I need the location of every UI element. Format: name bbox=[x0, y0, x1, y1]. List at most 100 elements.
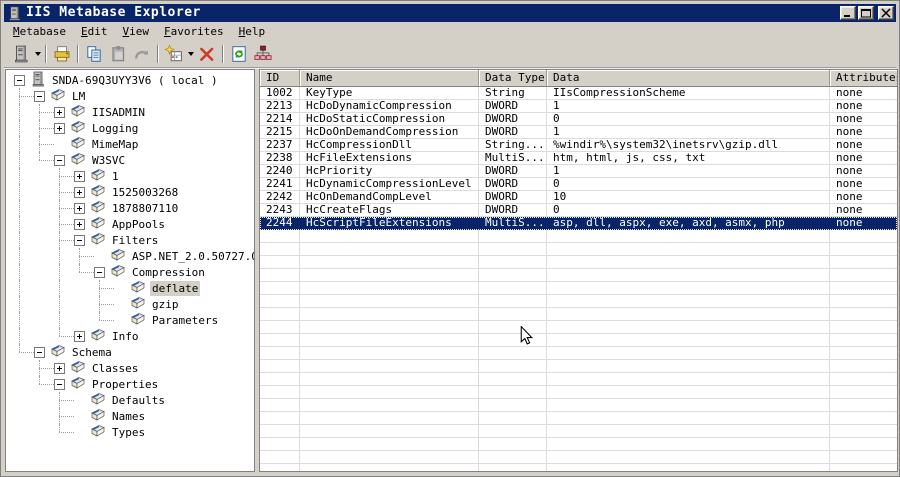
print-button[interactable] bbox=[50, 43, 74, 65]
metabase-tree[interactable]: SNDA-69Q3UYY3V6 ( local ) LM IISADMIN Lo… bbox=[5, 69, 255, 472]
empty-row[interactable] bbox=[260, 269, 897, 282]
property-row-2240[interactable]: 2240 HcPriority DWORD 1 none bbox=[260, 165, 897, 178]
tree-node-schema[interactable]: Schema bbox=[6, 344, 254, 360]
property-row-2241[interactable]: 2241 HcDynamicCompressionLevel DWORD 0 none bbox=[260, 178, 897, 191]
empty-row[interactable] bbox=[260, 295, 897, 308]
tree-guide-line bbox=[99, 320, 114, 321]
tree-node-info[interactable]: Info bbox=[6, 328, 254, 344]
column-header-data-type[interactable]: Data Type bbox=[479, 70, 547, 87]
tree-guide-line bbox=[19, 184, 20, 200]
collapse-icon[interactable] bbox=[54, 378, 65, 390]
cell-attributes bbox=[830, 451, 897, 464]
expand-icon[interactable] bbox=[74, 330, 85, 342]
tree-node-1525003268[interactable]: 1525003268 bbox=[6, 184, 254, 200]
empty-row[interactable] bbox=[260, 243, 897, 256]
cell-id bbox=[260, 438, 300, 451]
expand-icon[interactable] bbox=[74, 218, 85, 230]
tree-node-logging[interactable]: Logging bbox=[6, 120, 254, 136]
copy-button[interactable] bbox=[82, 43, 106, 65]
property-row-2244[interactable]: 2244 HcScriptFileExtensions MultiS... asp, … bbox=[260, 217, 897, 230]
empty-row[interactable] bbox=[260, 230, 897, 243]
refresh-button[interactable] bbox=[227, 43, 251, 65]
empty-row[interactable] bbox=[260, 282, 897, 295]
property-row-2215[interactable]: 2215 HcDoOnDemandCompression DWORD 1 none bbox=[260, 126, 897, 139]
tree-node-label: ASP.NET_2.0.50727.0 bbox=[132, 249, 255, 263]
menu-favorites[interactable]: Favorites bbox=[163, 22, 225, 41]
tree-node-1[interactable]: 1 bbox=[6, 168, 254, 184]
collapse-icon[interactable] bbox=[34, 90, 45, 102]
tree-node-parameters[interactable]: Parameters bbox=[6, 312, 254, 328]
tree-node-properties[interactable]: Properties bbox=[6, 376, 254, 392]
tree-node-mimemap[interactable]: MimeMap bbox=[6, 136, 254, 152]
tree-node-types[interactable]: Types bbox=[6, 424, 254, 440]
empty-row[interactable] bbox=[260, 373, 897, 386]
hierarchy-button[interactable] bbox=[251, 43, 275, 65]
column-header-id[interactable]: ID bbox=[260, 70, 300, 87]
expand-icon[interactable] bbox=[54, 122, 65, 134]
new-key-dropdown-arrow[interactable] bbox=[186, 43, 195, 65]
collapse-icon[interactable] bbox=[14, 74, 25, 86]
tree-node-snda-69q3uyy3v6-local-[interactable]: SNDA-69Q3UYY3V6 ( local ) bbox=[6, 71, 254, 88]
cell-id bbox=[260, 282, 300, 295]
tree-node-filters[interactable]: Filters bbox=[6, 232, 254, 248]
cell-attributes: none bbox=[830, 87, 897, 100]
tree-node-asp-net-2-0-50727-0[interactable]: ASP.NET_2.0.50727.0 bbox=[6, 248, 254, 264]
maximize-button[interactable] bbox=[858, 6, 874, 20]
connect-button[interactable] bbox=[9, 43, 33, 65]
list-body[interactable]: 1002 KeyType String IIsCompressionScheme non… bbox=[260, 87, 897, 471]
cell-name bbox=[300, 347, 479, 360]
new-key-button[interactable] bbox=[162, 43, 186, 65]
expand-icon[interactable] bbox=[74, 202, 85, 214]
tree-node-w3svc[interactable]: W3SVC bbox=[6, 152, 254, 168]
collapse-icon[interactable] bbox=[54, 154, 65, 166]
connect-dropdown-arrow[interactable] bbox=[33, 43, 42, 65]
tree-node-names[interactable]: Names bbox=[6, 408, 254, 424]
menu-help[interactable]: Help bbox=[238, 22, 267, 41]
collapse-icon[interactable] bbox=[74, 234, 85, 246]
empty-row[interactable] bbox=[260, 438, 897, 451]
property-row-2214[interactable]: 2214 HcDoStaticCompression DWORD 0 none bbox=[260, 113, 897, 126]
menu-edit[interactable]: Edit bbox=[80, 22, 109, 41]
expand-icon[interactable] bbox=[54, 362, 65, 374]
empty-row[interactable] bbox=[260, 334, 897, 347]
property-row-2213[interactable]: 2213 HcDoDynamicCompression DWORD 1 none bbox=[260, 100, 897, 113]
expand-icon[interactable] bbox=[74, 170, 85, 182]
empty-row[interactable] bbox=[260, 399, 897, 412]
empty-row[interactable] bbox=[260, 256, 897, 269]
empty-row[interactable] bbox=[260, 412, 897, 425]
hierarchy-icon bbox=[254, 45, 272, 63]
collapse-icon[interactable] bbox=[34, 346, 45, 358]
delete-button[interactable] bbox=[195, 43, 219, 65]
empty-row[interactable] bbox=[260, 308, 897, 321]
cell-attributes: none bbox=[830, 152, 897, 165]
empty-row[interactable] bbox=[260, 451, 897, 464]
property-row-1002[interactable]: 1002 KeyType String IIsCompressionScheme non… bbox=[260, 87, 897, 100]
tree-node-iisadmin[interactable]: IISADMIN bbox=[6, 104, 254, 120]
tree-node-apppools[interactable]: AppPools bbox=[6, 216, 254, 232]
column-header-data[interactable]: Data bbox=[547, 70, 830, 87]
empty-row[interactable] bbox=[260, 321, 897, 334]
column-header-name[interactable]: Name bbox=[300, 70, 479, 87]
empty-row[interactable] bbox=[260, 347, 897, 360]
property-row-2237[interactable]: 2237 HcCompressionDll String... %windir%\sy… bbox=[260, 139, 897, 152]
menu-view[interactable]: View bbox=[121, 22, 150, 41]
tree-node-lm[interactable]: LM bbox=[6, 88, 254, 104]
collapse-icon[interactable] bbox=[94, 266, 105, 278]
expand-icon[interactable] bbox=[74, 186, 85, 198]
tree-node-classes[interactable]: Classes bbox=[6, 360, 254, 376]
tree-node-defaults[interactable]: Defaults bbox=[6, 392, 254, 408]
empty-row[interactable] bbox=[260, 425, 897, 438]
empty-row[interactable] bbox=[260, 386, 897, 399]
close-button[interactable] bbox=[878, 6, 894, 20]
empty-row[interactable] bbox=[260, 360, 897, 373]
tree-guide-line bbox=[19, 312, 20, 328]
property-row-2238[interactable]: 2238 HcFileExtensions MultiS... htm, html, … bbox=[260, 152, 897, 165]
minimize-button[interactable] bbox=[840, 6, 856, 20]
menu-metabase[interactable]: Metabase bbox=[12, 22, 67, 41]
column-header-attributes[interactable]: Attributes bbox=[830, 70, 897, 87]
empty-row[interactable] bbox=[260, 464, 897, 471]
tree-node-1878807110[interactable]: 1878807110 bbox=[6, 200, 254, 216]
property-row-2243[interactable]: 2243 HcCreateFlags DWORD 0 none bbox=[260, 204, 897, 217]
expand-icon[interactable] bbox=[54, 106, 65, 118]
property-row-2242[interactable]: 2242 HcOnDemandCompLevel DWORD 10 none bbox=[260, 191, 897, 204]
